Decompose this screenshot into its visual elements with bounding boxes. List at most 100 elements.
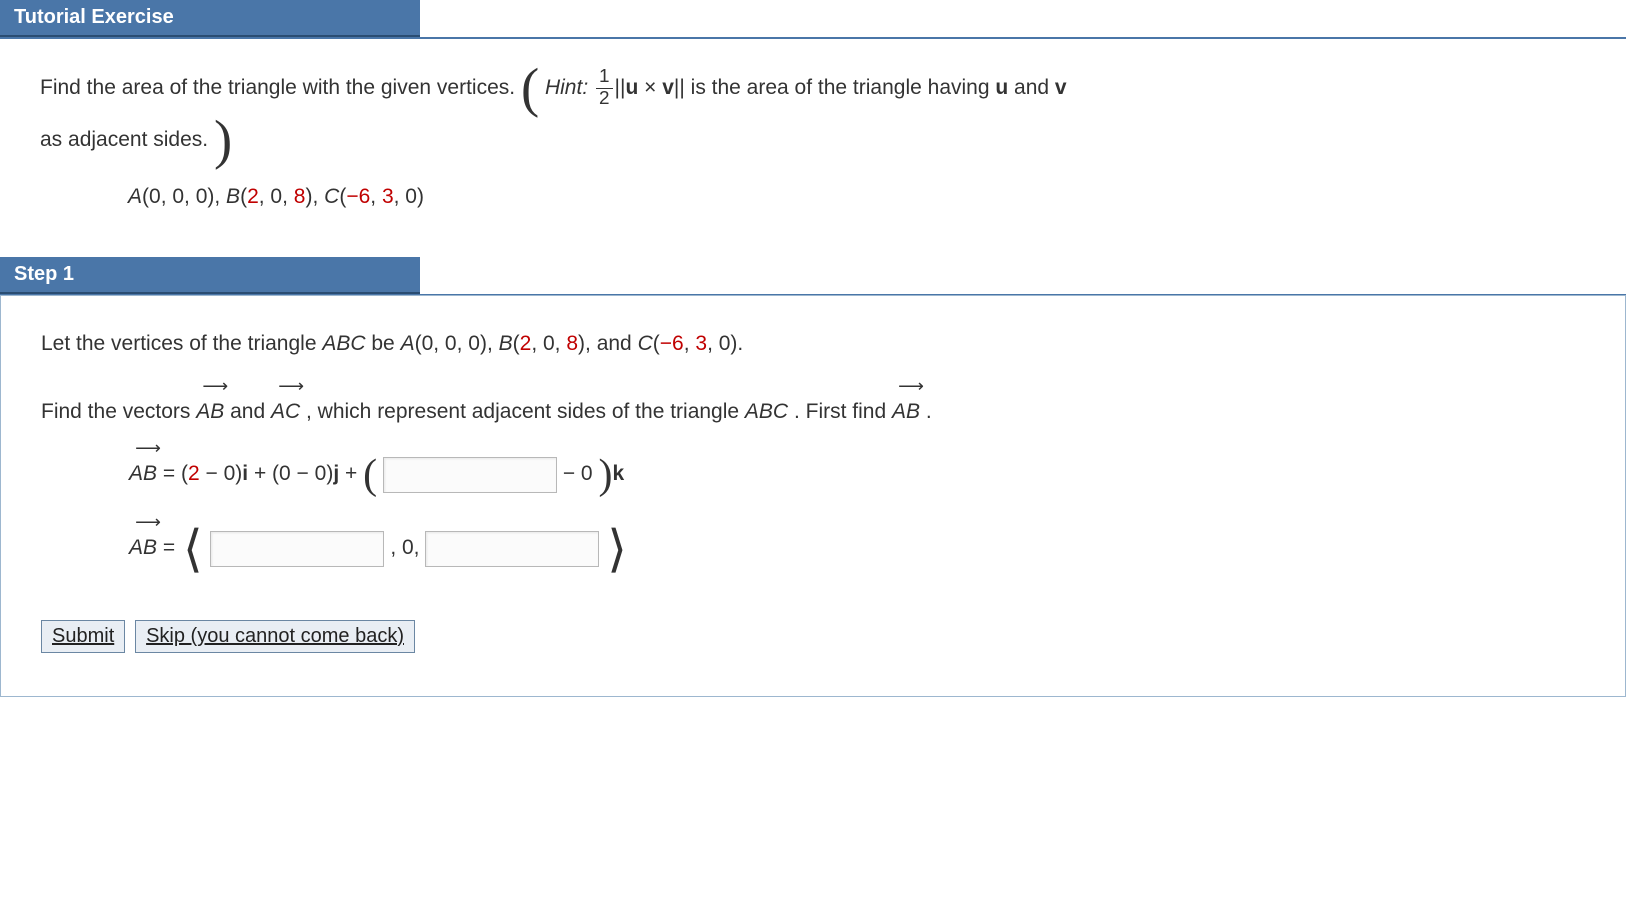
hint-post: is the area of the triangle having: [691, 76, 996, 99]
s1-b-z: 8: [566, 332, 578, 355]
vector-v: v: [662, 76, 674, 99]
s1-c-mid: ,: [684, 332, 696, 355]
vertex-c-close: , 0): [394, 185, 424, 208]
skip-button[interactable]: Skip (you cannot come back): [135, 620, 415, 653]
vec-ab: ⟶AB: [196, 392, 224, 432]
step1-line1: Let the vertices of the triangle ABC be …: [41, 324, 1585, 364]
step1-line2: Find the vectors ⟶AB and ⟶AC , which rep…: [41, 392, 1585, 432]
s1-abc: ABC: [322, 332, 365, 355]
step1-content: Let the vertices of the triangle ABC be …: [1, 296, 1625, 695]
button-row: Submit Skip (you cannot come back): [41, 616, 1585, 656]
vertex-b-open: (: [240, 185, 247, 208]
s1-b-x: 2: [520, 332, 532, 355]
s1-b-mid: , 0,: [531, 332, 566, 355]
s1-b-close: ), and: [578, 332, 638, 355]
arrow-icon: ⟶: [129, 444, 160, 453]
eq2-lhs: ⟶AB: [129, 528, 157, 568]
s1-c-open: (: [653, 332, 660, 355]
vec-ab-text: AB: [196, 400, 224, 423]
s1-pre: Let the vertices of the triangle: [41, 332, 322, 355]
s1l2-post: . First find: [794, 400, 892, 423]
fraction-half: 1 2: [596, 67, 613, 110]
vertex-b-z: 8: [294, 185, 306, 208]
eq1-k-tail: − 0: [563, 462, 593, 485]
vector-u: u: [625, 76, 638, 99]
eq2-eq: =: [163, 536, 181, 559]
s1-a-full: A: [401, 332, 415, 355]
vec-ac: ⟶AC: [271, 392, 300, 432]
frac-den: 2: [596, 89, 613, 110]
vertex-b-close: ),: [305, 185, 324, 208]
eq1-lhs: ⟶AB: [129, 454, 157, 494]
unit-j: j: [333, 462, 339, 485]
tutorial-header-row: Tutorial Exercise: [0, 0, 1626, 39]
step1-box: Let the vertices of the triangle ABC be …: [0, 295, 1626, 696]
tutorial-header: Tutorial Exercise: [0, 0, 420, 37]
vec-ab2-text: AB: [892, 400, 920, 423]
s1l2-period: .: [926, 400, 932, 423]
s1-c-y: 3: [695, 332, 707, 355]
arrow-icon: ⟶: [271, 382, 303, 391]
s1-c-close: , 0).: [707, 332, 743, 355]
tutorial-header-label: Tutorial Exercise: [14, 6, 174, 28]
answer-input-k-component[interactable]: [383, 457, 557, 493]
problem-block: Find the area of the triangle with the g…: [0, 39, 1626, 257]
s1-mid: be: [371, 332, 400, 355]
unit-i: i: [242, 462, 248, 485]
eq1-eq: =: [163, 462, 181, 485]
step1-header: Step 1: [0, 257, 420, 294]
vector-v2: v: [1055, 76, 1067, 99]
s1l2-pre: Find the vectors: [41, 400, 196, 423]
vertex-b-mid: , 0,: [259, 185, 294, 208]
arrow-icon: ⟶: [129, 518, 160, 527]
vertex-b-x: 2: [247, 185, 259, 208]
step1-header-label: Step 1: [14, 263, 74, 285]
vec-ab2: ⟶AB: [892, 392, 920, 432]
prompt-pre: Find the area of the triangle with the g…: [40, 76, 521, 99]
frac-num: 1: [596, 67, 613, 89]
step1-header-row: Step 1: [0, 257, 1626, 296]
equation-1: ⟶AB = (2 − 0)i + (0 − 0)j + ( − 0 )k: [41, 454, 1585, 494]
vertex-a-label: A: [128, 185, 142, 208]
cross-symbol: ×: [638, 76, 662, 99]
hint-label: Hint:: [545, 76, 588, 99]
and-text: and: [1014, 76, 1055, 99]
eq1-plus1: + (0 − 0): [254, 462, 333, 485]
submit-button[interactable]: Submit: [41, 620, 125, 653]
eq2-lhs-text: AB: [129, 536, 157, 559]
answer-input-z-component[interactable]: [425, 531, 599, 567]
eq1-lhs-text: AB: [129, 462, 157, 485]
skip-label: Skip (you cannot come back): [146, 625, 404, 647]
arrow-icon: ⟶: [892, 382, 923, 391]
eq1-i-rest: − 0): [200, 462, 243, 485]
eq1-i-open: (: [181, 462, 188, 485]
vertex-c-y: 3: [382, 185, 394, 208]
answer-input-x-component[interactable]: [210, 531, 384, 567]
s1-c-label: C: [638, 332, 653, 355]
vector-u2: u: [995, 76, 1008, 99]
as-adjacent: as adjacent sides.: [40, 128, 208, 151]
s1-b-open: (: [513, 332, 520, 355]
s1-a-coords: (0, 0, 0),: [415, 332, 499, 355]
equation-2: ⟶AB = ⟨ , 0, ⟩: [41, 528, 1585, 568]
s1-c-x: −6: [660, 332, 684, 355]
vertex-b-label: B: [226, 185, 240, 208]
vertex-a-coords: (0, 0, 0),: [142, 185, 226, 208]
eq1-plus2: +: [345, 462, 363, 485]
vec-ac-text: AC: [271, 400, 300, 423]
s1l2-and: and: [230, 400, 271, 423]
arrow-icon: ⟶: [196, 382, 227, 391]
vertex-c-label: C: [324, 185, 339, 208]
s1l2-mid: , which represent adjacent sides of the …: [306, 400, 745, 423]
norm-close: ||: [674, 76, 685, 99]
vertex-c-mid: ,: [370, 185, 382, 208]
eq1-i-x: 2: [188, 462, 200, 485]
problem-prompt: Find the area of the triangle with the g…: [40, 67, 1586, 110]
s1l2-abc: ABC: [745, 400, 788, 423]
vertices-line: A(0, 0, 0), B(2, 0, 8), C(−6, 3, 0): [40, 177, 1586, 217]
submit-label: Submit: [52, 625, 114, 647]
prompt-line2: as adjacent sides. ): [40, 120, 1586, 160]
vertex-c-x: −6: [346, 185, 370, 208]
s1-b-label: B: [499, 332, 513, 355]
eq2-mid: , 0,: [390, 536, 425, 559]
